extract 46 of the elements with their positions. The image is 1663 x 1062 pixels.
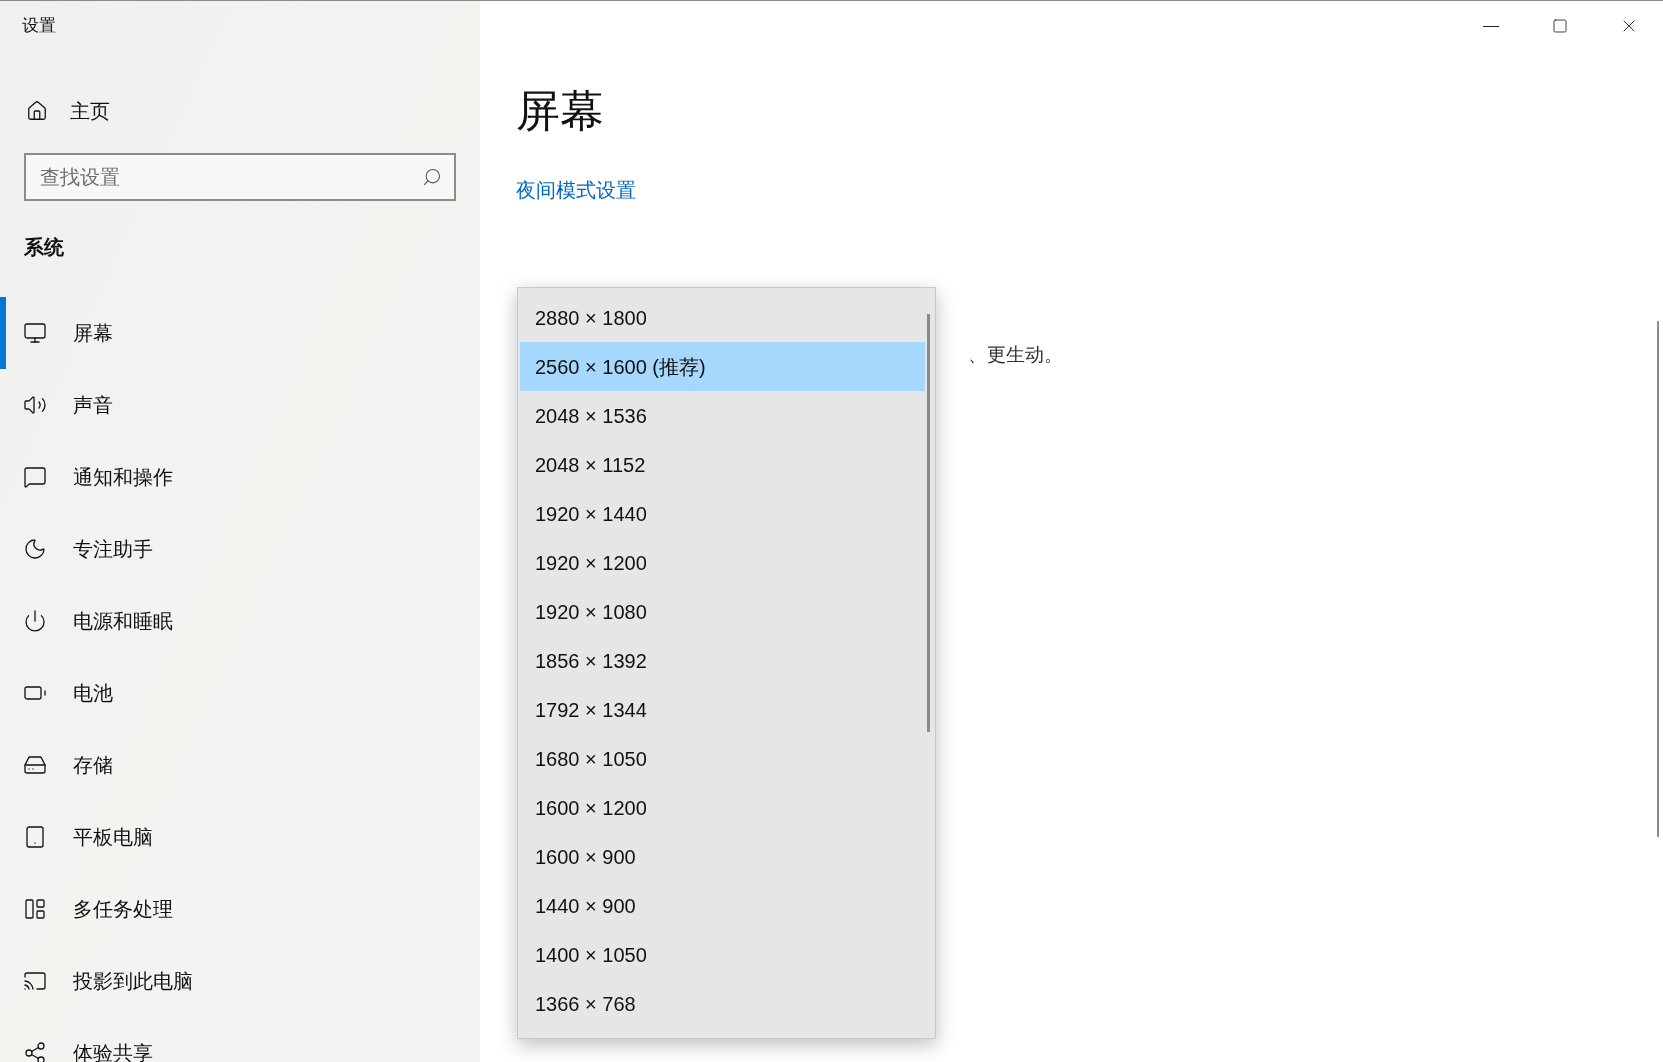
page-heading: 屏幕 [516,85,604,137]
home-icon [26,100,48,122]
sidebar-item[interactable]: 平板电脑 [0,801,480,873]
message-icon [23,465,47,489]
drive-icon [23,753,47,777]
window-title: 设置 [22,15,56,38]
sidebar-item[interactable]: 通知和操作 [0,441,480,513]
dropdown-option[interactable]: 2048 × 1536 [520,391,925,440]
dropdown-option[interactable]: 1920 × 1440 [520,489,925,538]
share-icon [23,1041,47,1062]
sidebar-item[interactable]: 电池 [0,657,480,729]
sidebar-item[interactable]: 电源和睡眠 [0,585,480,657]
dropdown-option[interactable]: 1856 × 1392 [520,636,925,685]
section-heading: 系统 [24,235,64,260]
sidebar-item[interactable]: 声音 [0,369,480,441]
sidebar-item[interactable]: 屏幕 [0,297,480,369]
dropdown-option[interactable]: 2560 × 1600 (推荐) [520,342,925,391]
power-icon [23,609,47,633]
description-text: 、更生动。 [968,343,1063,367]
search-icon [422,167,442,187]
home-item[interactable]: 主页 [0,89,480,133]
sidebar-item[interactable]: 专注助手 [0,513,480,585]
sidebar-item[interactable]: 投影到此电脑 [0,945,480,1017]
monitor-icon [23,321,47,345]
search-field[interactable]: 查找设置 [24,153,456,201]
maximize-icon [1551,18,1568,34]
dropdown-option[interactable]: 2048 × 1152 [520,440,925,489]
sidebar-item[interactable]: 存储 [0,729,480,801]
dropdown-option[interactable]: 1400 × 1050 [520,930,925,979]
dropdown-option[interactable]: 1792 × 1344 [520,685,925,734]
sidebar-item[interactable]: 多任务处理 [0,873,480,945]
dropdown-option[interactable]: 2880 × 1800 [520,293,925,342]
speaker-icon [23,393,47,417]
dropdown-option[interactable]: 1920 × 1080 [520,587,925,636]
dropdown-option[interactable]: 1600 × 900 [520,832,925,881]
multitask-icon [23,897,47,921]
night-light-link[interactable]: 夜间模式设置 [516,175,636,205]
dropdown-option[interactable]: 1440 × 900 [520,881,925,930]
projection-icon [23,969,47,993]
dropdown-option[interactable]: 1366 × 768 [520,979,925,1028]
dropdown-option[interactable]: 1600 × 1200 [520,783,925,832]
tablet-icon [23,825,47,849]
moon-icon [23,537,47,561]
minimize-icon [1482,25,1499,27]
dropdown-option[interactable]: 1680 × 1050 [520,734,925,783]
dropdown-option[interactable]: 1920 × 1200 [520,538,925,587]
